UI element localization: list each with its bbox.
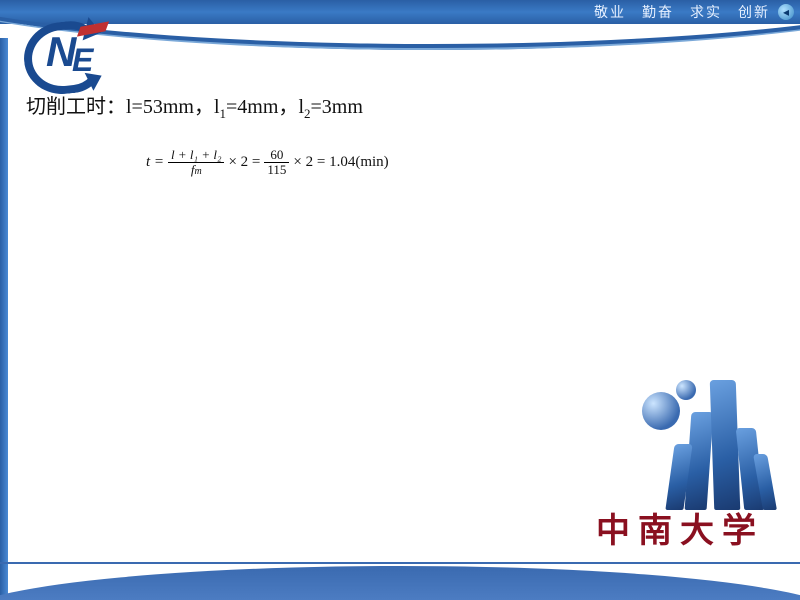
param-l2-value: =3mm — [311, 96, 363, 118]
param-l1-value: =4mm， — [226, 96, 298, 118]
formula-cutting-time: t = l + l₁ + l₂ fm × 2 = 60 115 × 2 = 1.… — [146, 148, 780, 178]
formula-result: × 2 = 1.04(min) — [293, 154, 388, 171]
formula-times1: × 2 = — [228, 154, 260, 171]
top-banner: 敬业 勤奋 求实 创新 ◂ — [0, 0, 800, 24]
param-l-value: 53mm， — [143, 96, 214, 118]
param-l-label: l= — [126, 96, 143, 118]
formula-frac1-den: fm — [188, 163, 205, 177]
formula-frac2-num: 60 — [267, 148, 286, 162]
left-rail-decor — [0, 38, 8, 600]
formula-t-equals: t = — [146, 154, 164, 171]
formula-frac1-num: l + l₁ + l₂ — [168, 148, 224, 162]
nav-arrow-icon: ◂ — [778, 4, 794, 20]
slide-content: 切削工时：l=53mm，l1=4mm，l2=3mm t = l + l₁ + l… — [26, 90, 780, 178]
crystal-art-icon — [636, 370, 786, 510]
logo-icon: NE — [32, 26, 96, 78]
formula-frac2: 60 115 — [264, 148, 289, 178]
param-prefix: 切削工时： — [26, 96, 126, 118]
formula-frac1: l + l₁ + l₂ fm — [168, 148, 224, 178]
cutting-time-params: 切削工时：l=53mm，l1=4mm，l2=3mm — [26, 90, 780, 122]
formula-frac2-den: 115 — [264, 163, 289, 177]
bottom-bar-decor — [0, 562, 800, 600]
swoosh-decor — [0, 24, 800, 42]
university-name: 中南大学 — [596, 503, 764, 552]
banner-motto: 敬业 勤奋 求实 创新 — [594, 2, 770, 22]
